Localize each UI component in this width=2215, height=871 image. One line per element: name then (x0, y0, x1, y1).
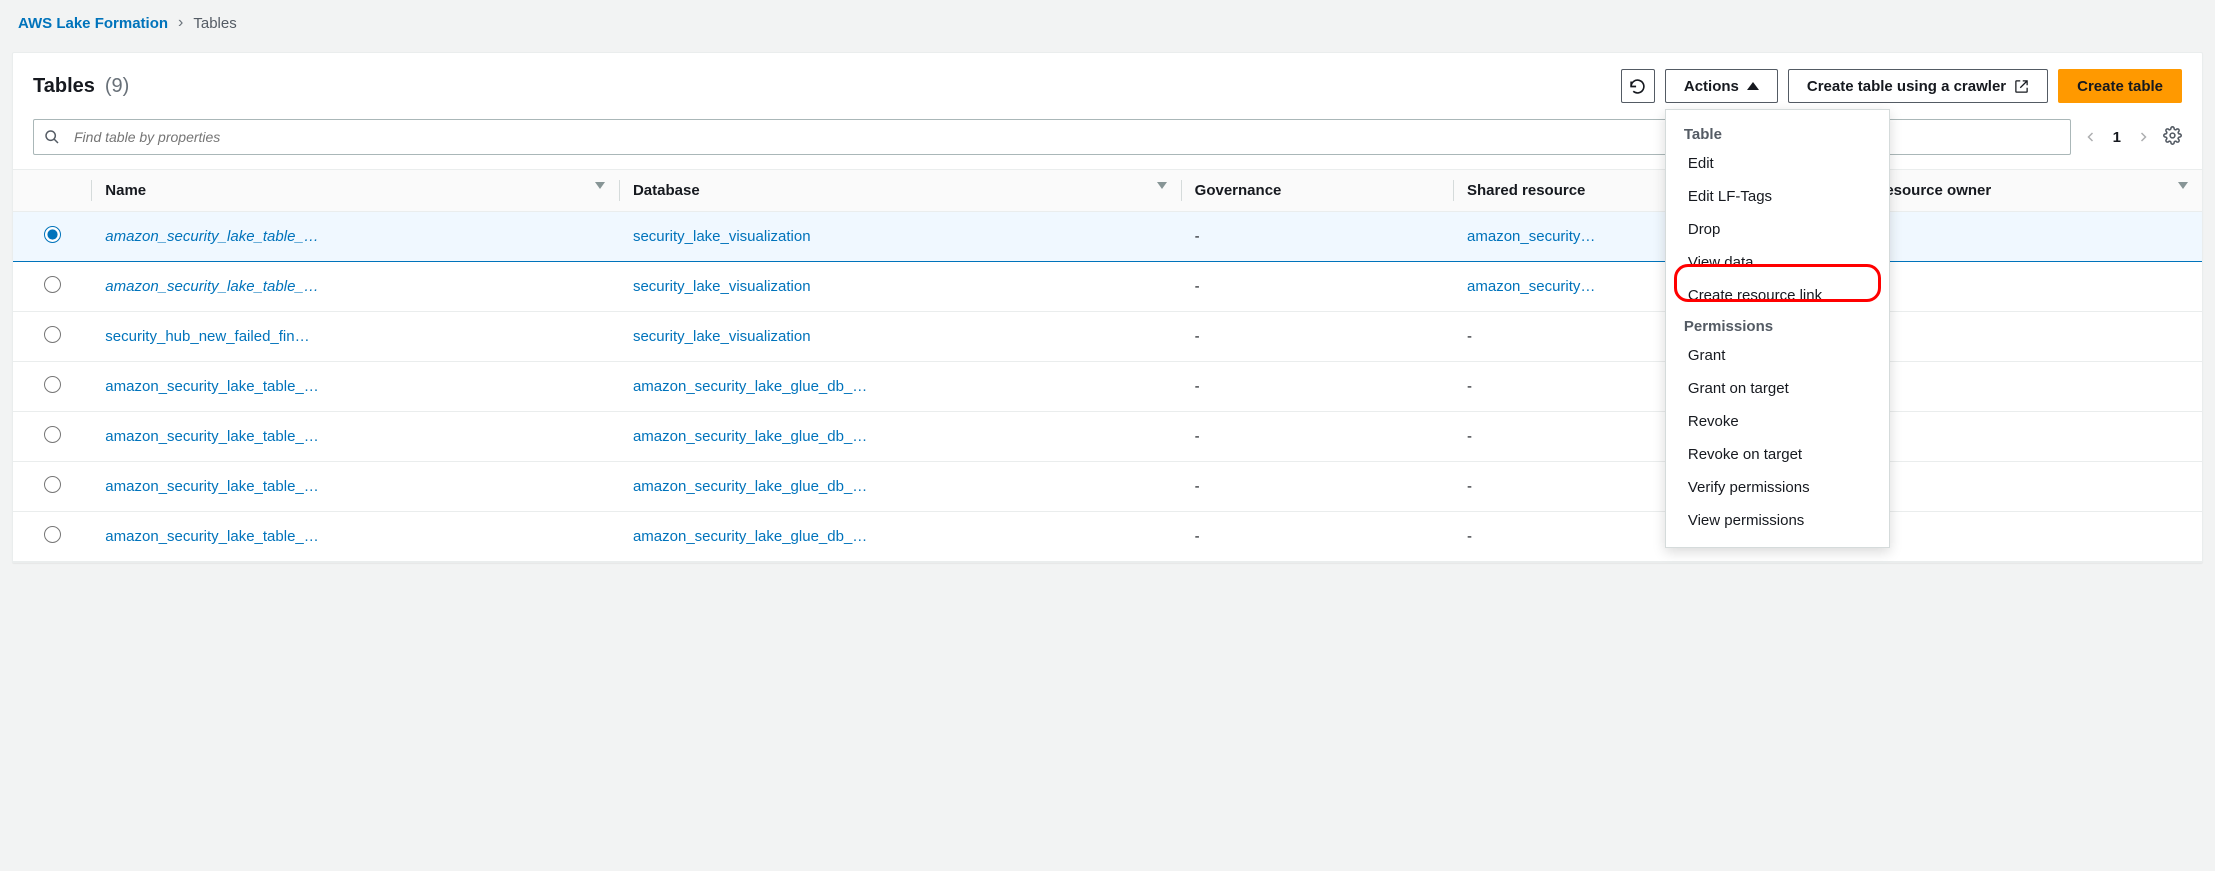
table-name-link[interactable]: amazon_security_lake_table_… (105, 278, 318, 295)
governance-cell: - (1181, 512, 1453, 562)
col-name[interactable]: Name (91, 170, 619, 212)
shared-resource-link: - (1467, 528, 1472, 545)
database-link[interactable]: security_lake_visualization (633, 278, 811, 295)
database-link[interactable]: amazon_security_lake_glue_db_… (633, 528, 867, 545)
sort-icon (595, 182, 605, 189)
gear-icon (2163, 126, 2182, 145)
panel-count: (9) (105, 75, 129, 98)
governance-cell: - (1181, 462, 1453, 512)
governance-cell: - (1181, 262, 1453, 312)
row-radio[interactable] (44, 276, 61, 293)
chevron-right-icon: › (178, 14, 183, 32)
database-link[interactable]: amazon_security_lake_glue_db_… (633, 478, 867, 495)
governance-cell: - (1181, 212, 1453, 262)
database-link[interactable]: amazon_security_lake_glue_db_… (633, 378, 867, 395)
table-name-link[interactable]: amazon_security_lake_table_… (105, 378, 318, 395)
breadcrumb-current: Tables (193, 15, 236, 32)
menu-item-revoke[interactable]: Revoke (1666, 405, 1889, 438)
table-name-link[interactable]: amazon_security_lake_table_… (105, 528, 318, 545)
actions-label: Actions (1684, 78, 1739, 95)
shared-resource-link: - (1467, 328, 1472, 345)
actions-dropdown: Table Edit Edit LF-Tags Drop View data C… (1665, 109, 1890, 548)
database-link[interactable]: security_lake_visualization (633, 228, 811, 245)
actions-wrapper: Actions Table Edit Edit LF-Tags Drop Vie… (1665, 69, 1778, 103)
shared-resource-link: - (1467, 478, 1472, 495)
menu-item-edit[interactable]: Edit (1666, 147, 1889, 180)
panel-title: Tables (33, 75, 95, 98)
shared-resource-link[interactable]: amazon_security… (1467, 278, 1595, 295)
create-crawler-button[interactable]: Create table using a crawler (1788, 69, 2048, 103)
settings-button[interactable] (2163, 126, 2182, 148)
menu-item-create-resource-link[interactable]: Create resource link (1666, 279, 1889, 312)
refresh-button[interactable] (1621, 69, 1655, 103)
menu-item-view-permissions[interactable]: View permissions (1666, 504, 1889, 537)
col-select (13, 170, 91, 212)
panel-header: Tables (9) Actions Table Edit Edit LF-Ta… (13, 53, 2202, 111)
caret-up-icon (1747, 82, 1759, 90)
row-radio[interactable] (44, 226, 61, 243)
col-governance[interactable]: Governance (1181, 170, 1453, 212)
governance-cell: - (1181, 412, 1453, 462)
col-database[interactable]: Database (619, 170, 1181, 212)
row-radio[interactable] (44, 376, 61, 393)
create-table-button[interactable]: Create table (2058, 69, 2182, 103)
database-link[interactable]: amazon_security_lake_glue_db_… (633, 428, 867, 445)
table-name-link[interactable]: security_hub_new_failed_fin… (105, 328, 309, 345)
menu-item-revoke-on-target[interactable]: Revoke on target (1666, 438, 1889, 471)
page-prev-icon[interactable] (2085, 129, 2097, 145)
sort-icon (1157, 182, 1167, 189)
tables-panel: Tables (9) Actions Table Edit Edit LF-Ta… (12, 52, 2203, 563)
table-name-link[interactable]: amazon_security_lake_table_… (105, 428, 318, 445)
row-radio[interactable] (44, 426, 61, 443)
search-icon (44, 129, 60, 145)
breadcrumb: AWS Lake Formation › Tables (0, 0, 2215, 46)
breadcrumb-root-link[interactable]: AWS Lake Formation (18, 15, 168, 32)
table-name-link[interactable]: amazon_security_lake_table_… (105, 478, 318, 495)
page-next-icon[interactable] (2137, 129, 2149, 145)
governance-cell: - (1181, 312, 1453, 362)
menu-item-drop[interactable]: Drop (1666, 213, 1889, 246)
panel-actions: Actions Table Edit Edit LF-Tags Drop Vie… (1621, 69, 2182, 103)
dropdown-section-table: Table (1666, 120, 1889, 147)
menu-item-edit-lf-tags[interactable]: Edit LF-Tags (1666, 180, 1889, 213)
menu-item-grant[interactable]: Grant (1666, 339, 1889, 372)
row-radio[interactable] (44, 326, 61, 343)
database-link[interactable]: security_lake_visualization (633, 328, 811, 345)
external-link-icon (2014, 79, 2029, 94)
shared-resource-link: - (1467, 378, 1472, 395)
table-name-link[interactable]: amazon_security_lake_table_… (105, 228, 318, 245)
row-radio[interactable] (44, 476, 61, 493)
shared-resource-link: - (1467, 428, 1472, 445)
page-number: 1 (2113, 129, 2121, 146)
menu-item-verify-permissions[interactable]: Verify permissions (1666, 471, 1889, 504)
governance-cell: - (1181, 362, 1453, 412)
refresh-icon (1629, 78, 1646, 95)
sort-icon (2178, 182, 2188, 189)
menu-item-view-data[interactable]: View data (1666, 246, 1889, 279)
menu-item-grant-on-target[interactable]: Grant on target (1666, 372, 1889, 405)
row-radio[interactable] (44, 526, 61, 543)
shared-resource-link[interactable]: amazon_security… (1467, 228, 1595, 245)
actions-button[interactable]: Actions (1665, 69, 1778, 103)
dropdown-section-permissions: Permissions (1666, 312, 1889, 339)
create-table-label: Create table (2077, 78, 2163, 95)
pagination: 1 (2085, 129, 2149, 146)
create-crawler-label: Create table using a crawler (1807, 78, 2006, 95)
